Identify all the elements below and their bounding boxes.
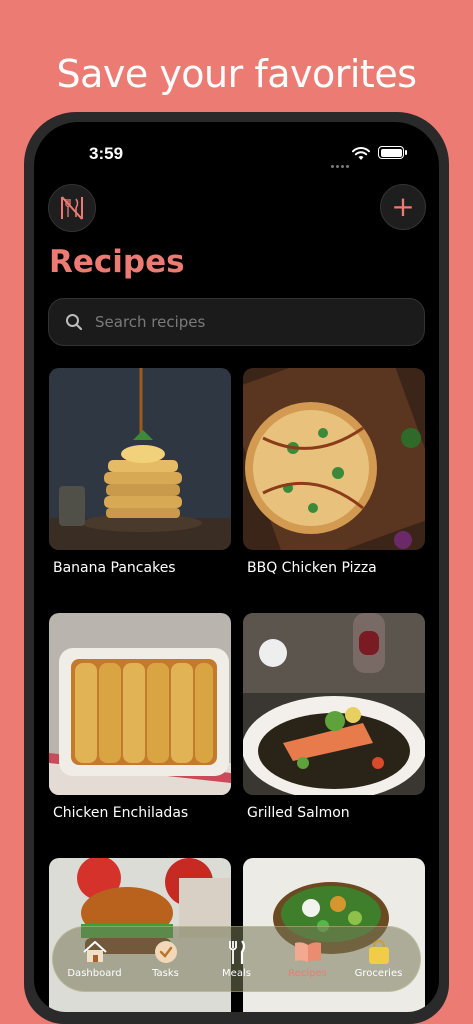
app-logo-button[interactable] (48, 184, 96, 232)
promo-headline: Save your favorites (56, 52, 417, 96)
battery-icon (378, 146, 407, 159)
tab-label: Groceries (354, 968, 403, 979)
status-time: 3:59 (89, 144, 124, 163)
recipe-name: Banana Pancakes (53, 560, 176, 576)
tab-dashboard[interactable]: Dashboard (62, 939, 128, 979)
signal-icon (331, 153, 351, 172)
recipe-card-bbq-chicken-pizza[interactable]: BBQ Chicken Pizza (243, 368, 425, 576)
utensils-logo-icon (61, 196, 83, 220)
search-input[interactable] (95, 313, 375, 331)
recipe-name: BBQ Chicken Pizza (247, 560, 377, 576)
fork-knife-icon (226, 939, 248, 965)
open-book-icon (293, 939, 323, 965)
tab-tasks[interactable]: Tasks (133, 939, 199, 979)
add-recipe-button[interactable]: + (380, 184, 426, 230)
phone-frame: 3:59 + Recipes Search recipes Banana Pan… (24, 112, 449, 1024)
bottom-tab-bar: Dashboard Tasks Meals Recipes Groceries (52, 926, 421, 992)
search-icon (66, 314, 83, 331)
recipe-image (49, 613, 231, 795)
tab-label: Dashboard (67, 968, 122, 979)
house-icon (82, 939, 108, 965)
recipe-image (243, 368, 425, 550)
recipe-card-grilled-salmon[interactable]: Grilled Salmon (243, 613, 425, 821)
recipe-name: Chicken Enchiladas (53, 805, 189, 821)
wifi-icon (352, 146, 370, 165)
search-bar[interactable] (48, 298, 425, 346)
recipe-card-banana-pancakes[interactable]: Banana Pancakes (49, 368, 231, 576)
page-title: Recipes (49, 244, 185, 280)
tab-recipes[interactable]: Recipes (275, 939, 341, 979)
tab-label: Meals (222, 968, 251, 979)
recipe-card-chicken-enchiladas[interactable]: Chicken Enchiladas (49, 613, 231, 821)
tab-label: Tasks (152, 968, 179, 979)
recipe-image (243, 613, 425, 795)
tab-label: Recipes (288, 968, 327, 979)
tab-meals[interactable]: Meals (204, 939, 270, 979)
tab-groceries[interactable]: Groceries (346, 939, 412, 979)
recipe-image (49, 368, 231, 550)
shopping-bag-icon (367, 939, 391, 965)
check-circle-icon (154, 939, 178, 965)
recipe-name: Grilled Salmon (247, 805, 350, 821)
status-bar: 3:59 (34, 122, 439, 178)
app-screen: 3:59 + Recipes Search recipes Banana Pan… (34, 122, 439, 1012)
